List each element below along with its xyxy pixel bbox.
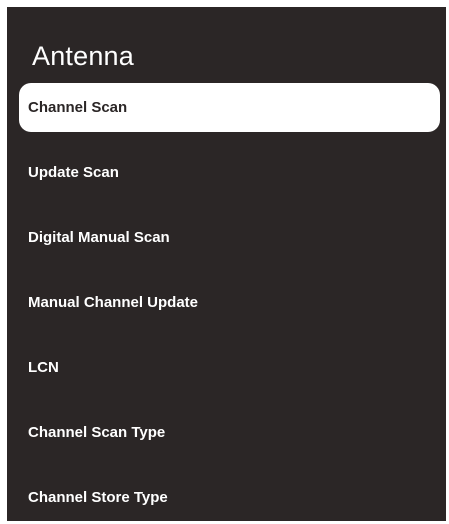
- antenna-menu: Channel Scan Update Scan Digital Manual …: [7, 83, 446, 521]
- menu-item-label: Channel Store Type: [28, 489, 168, 506]
- menu-item-label: Manual Channel Update: [28, 294, 199, 311]
- menu-item-label: Update Scan: [28, 164, 119, 181]
- menu-item-digital-manual-scan[interactable]: Digital Manual Scan: [19, 213, 440, 262]
- menu-item-label: LCN: [28, 359, 59, 376]
- page-title: Antenna: [32, 41, 134, 71]
- menu-item-lcn[interactable]: LCN: [19, 343, 440, 392]
- menu-item-manual-channel-update[interactable]: Manual Channel Update: [19, 278, 440, 327]
- menu-item-label: Channel Scan Type: [28, 424, 166, 441]
- menu-item-update-scan[interactable]: Update Scan: [19, 148, 440, 197]
- menu-item-channel-scan[interactable]: Channel Scan: [19, 83, 440, 132]
- menu-item-channel-scan-type[interactable]: Channel Scan Type: [19, 408, 440, 457]
- antenna-settings-panel: Antenna Channel Scan Update Scan Digital…: [7, 7, 446, 521]
- menu-item-channel-store-type[interactable]: Channel Store Type: [19, 473, 440, 521]
- menu-item-label: Channel Scan: [28, 99, 128, 116]
- menu-item-label: Digital Manual Scan: [28, 229, 170, 246]
